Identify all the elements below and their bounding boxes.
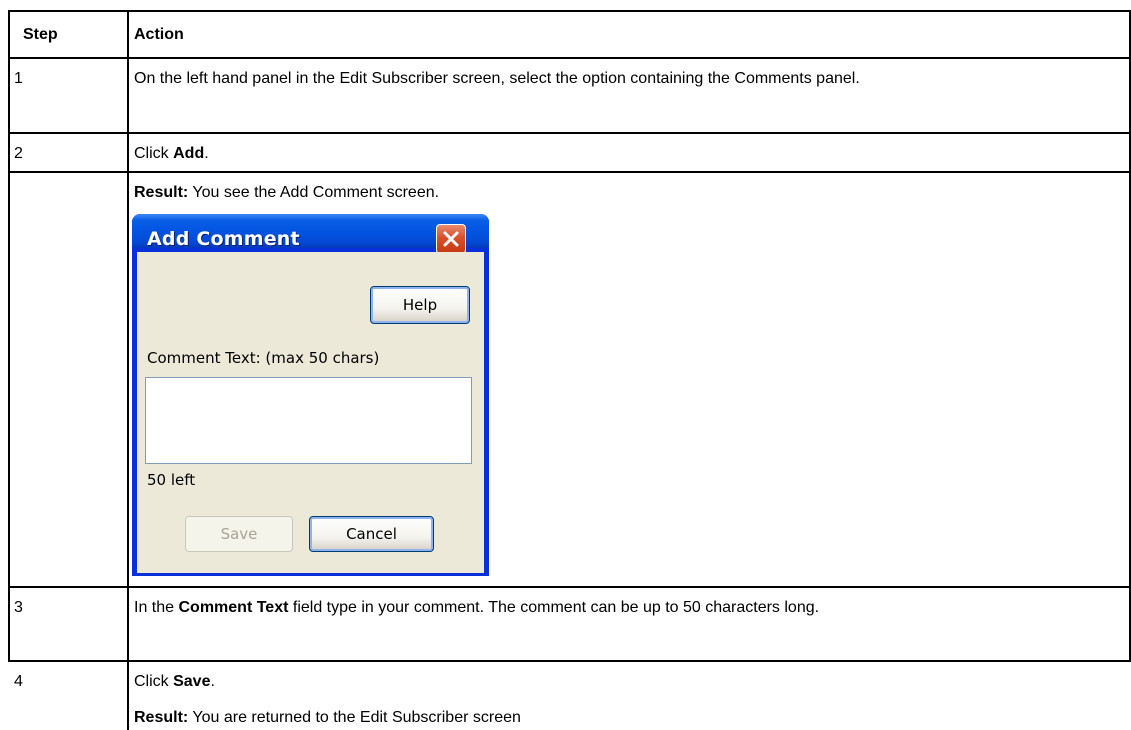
characters-remaining: 50 left (147, 471, 196, 489)
table-column-divider (127, 10, 129, 730)
bold-text: Result: (134, 184, 189, 201)
text-run: field type in your comment. The comment … (288, 599, 820, 616)
dialog-title: Add Comment (147, 228, 300, 250)
text-run: You see the Add Comment screen. (188, 184, 440, 201)
table-divider (8, 586, 1131, 588)
header-action: Action (134, 26, 184, 43)
comment-text-field[interactable] (145, 377, 472, 464)
header-step: Step (23, 26, 58, 43)
help-button[interactable]: Help (370, 286, 470, 324)
row-action-text: Click Add. (134, 143, 209, 164)
bold-text: Comment Text (178, 599, 289, 616)
text-run: You are returned to the Edit Subscriber … (188, 709, 521, 726)
text-run: Click (134, 145, 174, 162)
text-run: . (210, 673, 215, 690)
row-action-text: On the left hand panel in the Edit Subsc… (134, 70, 860, 87)
result-text: Result: You see the Add Comment screen. (134, 182, 439, 203)
table-border-top (8, 10, 1131, 12)
text-run: . (204, 145, 209, 162)
comment-text-label: Comment Text: (max 50 chars) (147, 349, 380, 367)
row-step: 4 (14, 673, 23, 690)
close-icon (443, 231, 459, 247)
bold-text: Add (173, 145, 205, 162)
dialog-titlebar: Add Comment (132, 214, 489, 254)
table-border-left (8, 10, 10, 660)
row-step: 2 (14, 145, 23, 162)
bold-text: Save (173, 673, 211, 690)
table-divider (8, 57, 1131, 59)
row-step: 1 (14, 70, 23, 87)
text-run: Click (134, 673, 174, 690)
row-action-text: Click Save. (134, 671, 215, 692)
cancel-button[interactable]: Cancel (309, 516, 434, 552)
text-run: In the (134, 599, 179, 616)
table-divider (8, 171, 1131, 173)
row-step: 3 (14, 599, 23, 616)
result-text: Result: You are returned to the Edit Sub… (134, 707, 521, 728)
row-action-text: In the Comment Text field type in your c… (134, 597, 1109, 618)
table-divider (8, 132, 1131, 134)
save-button[interactable]: Save (185, 516, 293, 552)
close-button[interactable] (436, 224, 466, 254)
table-divider (8, 660, 1131, 662)
bold-text: Result: (134, 709, 189, 726)
